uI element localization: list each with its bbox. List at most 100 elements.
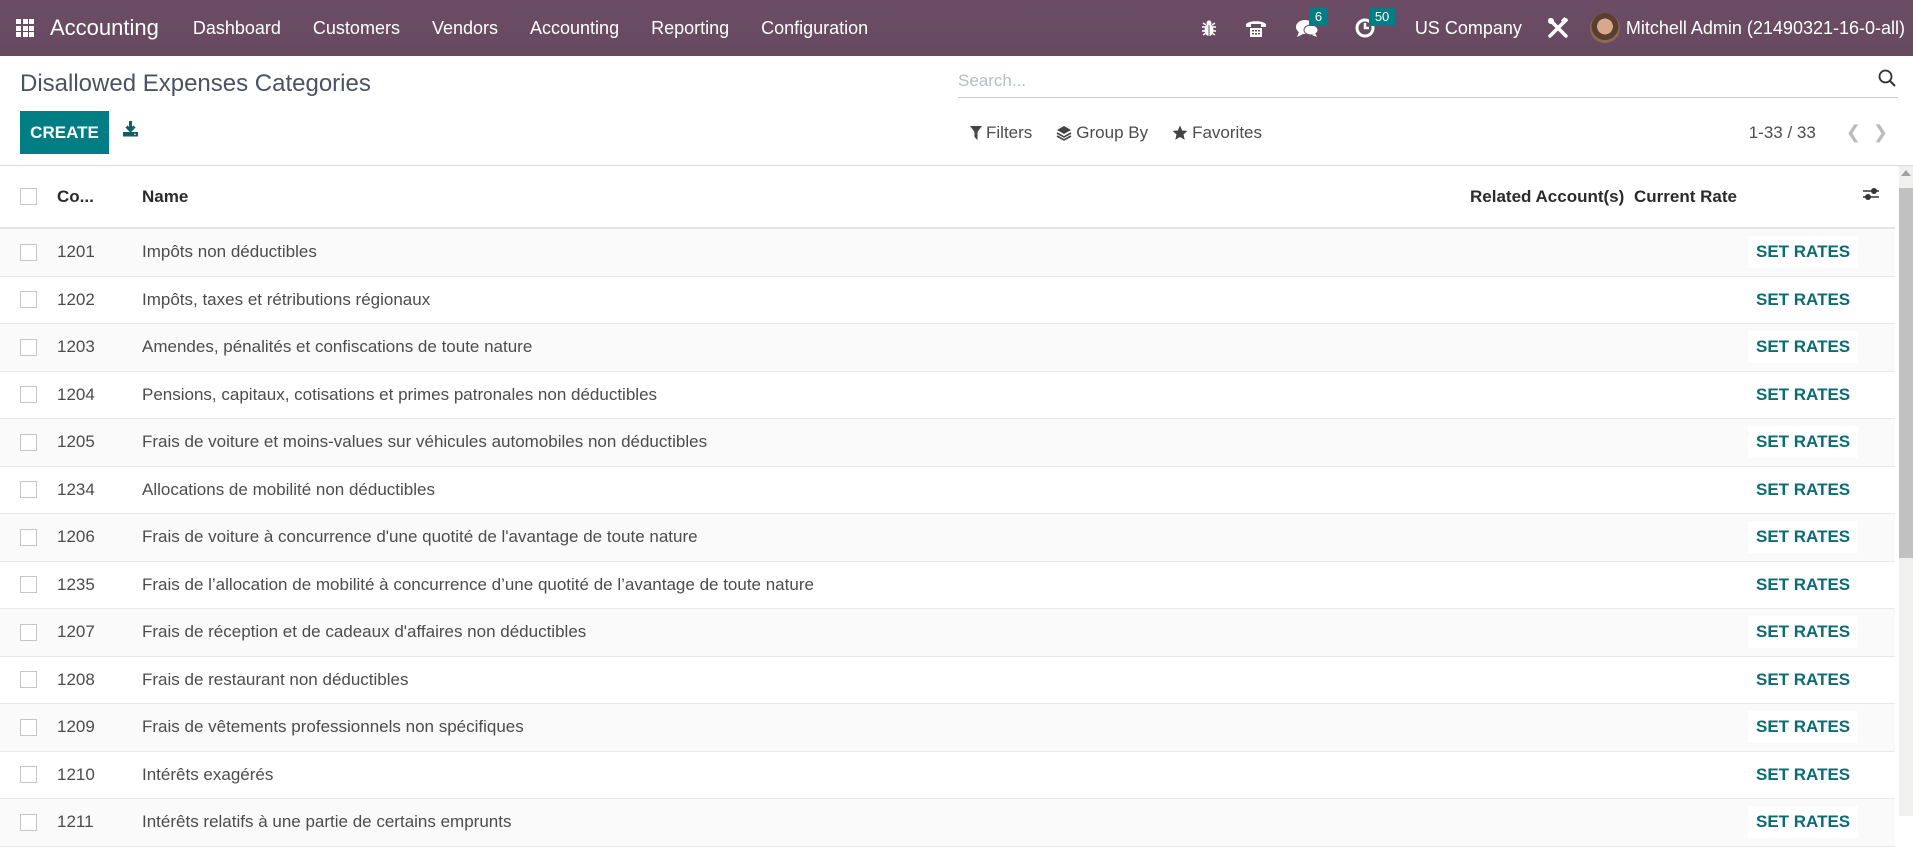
row-name: Amendes, pénalités et confiscations de t… [142,337,533,357]
table-row[interactable]: 1204 Pensions, capitaux, cotisations et p… [0,372,1895,419]
menu-vendors[interactable]: Vendors [416,18,514,39]
user-menu[interactable]: Mitchell Admin (21490321-16-0-all) [1589,13,1905,43]
menu-accounting[interactable]: Accounting [514,18,635,39]
activities-count-badge: 50 [1368,8,1396,26]
messages-icon[interactable]: 6 [1295,8,1329,38]
column-header-current-rate[interactable]: Current Rate [1634,187,1737,207]
favorites-label: Favorites [1192,123,1263,142]
row-name: Pensions, capitaux, cotisations et prime… [142,384,658,404]
group-by-label: Group By [1076,123,1149,142]
download-icon[interactable] [122,120,139,142]
set-rates-button[interactable]: SET RATES [1748,758,1859,791]
set-rates-button[interactable]: SET RATES [1748,663,1859,696]
pager-value[interactable]: 1-33 / 33 [1749,123,1816,143]
favorites-button[interactable]: Favorites [1172,123,1262,143]
row-code: 1234 [57,479,95,499]
menu-dashboard[interactable]: Dashboard [177,18,297,39]
set-rates-button[interactable]: SET RATES [1748,806,1859,839]
set-rates-button[interactable]: SET RATES [1748,236,1859,269]
table-row[interactable]: 1208 Frais de restaurant non déductibles S… [0,657,1895,704]
table-row[interactable]: 1235 Frais de l’allocation de mobilité à … [0,562,1895,609]
row-code: 1235 [57,574,95,594]
set-rates-button[interactable]: SET RATES [1748,283,1859,316]
table-row[interactable]: 1211 Intérêts relatifs à une partie de ce… [0,799,1895,847]
table-row[interactable]: 1209 Frais de vêtements professionnels no… [0,704,1895,752]
row-checkbox[interactable] [20,528,37,546]
optional-columns-toggle-icon[interactable] [1862,186,1880,207]
column-header-related-accounts[interactable]: Related Account(s) [1470,187,1624,207]
apps-menu-icon[interactable] [0,0,50,56]
pager-previous-icon[interactable]: ❮ [1846,122,1861,143]
table-row[interactable]: 1206 Frais de voiture à concurrence d'une… [0,514,1895,562]
row-checkbox[interactable] [20,386,37,404]
table-row[interactable]: 1210 Intérêts exagérés SET RATES [0,752,1895,799]
settings-tools-icon[interactable] [1546,16,1570,40]
user-name: Mitchell Admin (21490321-16-0-all) [1625,17,1905,38]
row-checkbox[interactable] [20,433,37,451]
star-icon [1172,125,1188,140]
vertical-scrollbar[interactable] [1899,166,1913,816]
row-code: 1204 [57,384,95,404]
phone-icon[interactable] [1245,18,1267,38]
set-rates-button[interactable]: SET RATES [1748,616,1859,649]
row-code: 1201 [57,242,95,262]
control-panel: Disallowed Expenses Categories CREATE Fi… [0,56,1913,166]
row-checkbox[interactable] [20,243,37,261]
select-all-checkbox[interactable] [20,188,37,205]
column-header-code[interactable]: Co... [57,187,94,207]
row-checkbox[interactable] [20,576,37,594]
table-row[interactable]: 1207 Frais de réception et de cadeaux d'a… [0,609,1895,657]
menu-configuration[interactable]: Configuration [745,18,884,39]
row-checkbox[interactable] [20,338,37,356]
search-input[interactable] [958,70,1878,91]
row-checkbox[interactable] [20,718,37,736]
table-row[interactable]: 1203 Amendes, pénalités et confiscations … [0,324,1895,372]
row-checkbox[interactable] [20,813,37,831]
row-checkbox[interactable] [20,766,37,784]
row-checkbox[interactable] [20,671,37,689]
table-row[interactable]: 1201 Impôts non déductibles SET RATES [0,229,1895,277]
row-checkbox[interactable] [20,481,37,499]
set-rates-button[interactable]: SET RATES [1748,521,1859,554]
page-title: Disallowed Expenses Categories [20,70,371,97]
debug-bug-icon[interactable] [1201,19,1217,37]
row-code: 1209 [57,717,95,737]
search-icon[interactable] [1878,69,1896,92]
row-code: 1206 [57,527,95,547]
list-header: Co... Name Related Account(s) Current Ra… [0,166,1895,229]
set-rates-button[interactable]: SET RATES [1748,568,1859,601]
row-name: Impôts, taxes et rétributions régionaux [142,289,431,309]
table-row[interactable]: 1234 Allocations de mobilité non déductib… [0,467,1895,514]
row-code: 1205 [57,432,95,452]
row-name: Frais de réception et de cadeaux d'affai… [142,622,587,642]
row-checkbox[interactable] [20,291,37,309]
menu-customers[interactable]: Customers [297,18,416,39]
set-rates-button[interactable]: SET RATES [1748,331,1859,364]
set-rates-button[interactable]: SET RATES [1748,711,1859,744]
activities-clock-icon[interactable]: 50 [1355,8,1396,38]
filters-button[interactable]: Filters [970,123,1032,143]
set-rates-button[interactable]: SET RATES [1748,473,1859,506]
row-name: Allocations de mobilité non déductibles [142,479,435,499]
row-code: 1202 [57,289,95,309]
table-row[interactable]: 1205 Frais de voiture et moins-values sur… [0,419,1895,467]
company-switcher[interactable]: US Company [1415,18,1522,39]
row-code: 1208 [57,669,95,689]
scroll-up-arrow-icon[interactable] [1901,170,1911,176]
row-name: Frais de voiture et moins-values sur véh… [142,432,708,452]
set-rates-button[interactable]: SET RATES [1748,426,1859,459]
column-header-name[interactable]: Name [142,187,188,207]
pager: 1-33 / 33 ❮ ❯ [1749,122,1888,143]
scrollbar-thumb[interactable] [1899,188,1913,558]
layers-icon [1056,126,1072,141]
table-row[interactable]: 1202 Impôts, taxes et rétributions région… [0,277,1895,324]
group-by-button[interactable]: Group By [1056,123,1148,143]
set-rates-button[interactable]: SET RATES [1748,378,1859,411]
row-name: Frais de l’allocation de mobilité à conc… [142,574,814,594]
create-button[interactable]: CREATE [20,111,109,154]
row-checkbox[interactable] [20,623,37,641]
pager-next-icon[interactable]: ❯ [1873,122,1888,143]
row-code: 1203 [57,337,95,357]
app-brand[interactable]: Accounting [50,15,159,41]
menu-reporting[interactable]: Reporting [635,18,745,39]
